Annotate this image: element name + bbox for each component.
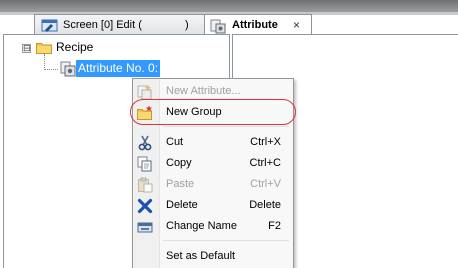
window-top-bar: [0, 0, 458, 12]
menu-separator: [163, 126, 289, 127]
collapse-glyph: ⊟: [23, 43, 31, 53]
menu-item-set-as-default[interactable]: Set as Default: [133, 246, 293, 268]
new-group-highlight-ring: [130, 99, 296, 125]
menu-item-cut[interactable]: Cut Ctrl+X: [133, 132, 293, 154]
attribute-tab-icon: [210, 18, 226, 34]
tree-connector-horizontal: [44, 69, 58, 70]
tab-close-icon[interactable]: ×: [293, 18, 300, 32]
tree-item-recipe[interactable]: Recipe: [56, 40, 93, 54]
menu-item-label: Delete: [166, 199, 198, 211]
tab-screen-edit-label: Screen [0] Edit (: [63, 19, 142, 31]
menu-item-shortcut: F2: [268, 220, 281, 232]
attribute-icon: [60, 61, 76, 77]
tree-connector-vertical: [44, 54, 45, 70]
folder-icon: [36, 41, 52, 54]
scissors-icon: [137, 135, 153, 151]
tab-attribute-label: Attribute: [232, 19, 278, 31]
menu-item-label: Copy: [166, 157, 192, 169]
tab-screen-edit-label-tail: ): [185, 19, 189, 31]
paste-icon: [137, 177, 153, 193]
menu-item-label: Cut: [166, 136, 184, 148]
menu-item-shortcut: Ctrl+C: [249, 157, 281, 169]
menu-item-label: Set as Default: [166, 250, 236, 262]
menu-separator: [163, 240, 289, 241]
document-tab-strip: Screen [0] Edit ( ) Attribute ×: [0, 0, 458, 35]
menu-item-label: Change Name: [166, 220, 237, 232]
menu-item-label: New Attribute...: [166, 85, 241, 97]
menu-item-copy[interactable]: Copy Ctrl+C: [133, 153, 293, 175]
menu-item-label: Paste: [166, 178, 195, 190]
screen-edit-icon: [41, 18, 58, 32]
menu-item-delete[interactable]: Delete Delete: [133, 195, 293, 217]
copy-icon: [137, 156, 153, 172]
new-attribute-icon: [137, 84, 153, 100]
menu-item-paste[interactable]: Paste Ctrl+V: [133, 174, 293, 196]
tab-attribute[interactable]: Attribute ×: [204, 14, 312, 35]
menu-item-shortcut: Ctrl+X: [250, 136, 281, 148]
delete-icon: [137, 198, 153, 214]
tab-screen-edit[interactable]: Screen [0] Edit ( ): [34, 14, 206, 35]
rename-icon: [137, 219, 153, 235]
collapse-icon[interactable]: ⊟: [22, 44, 31, 53]
menu-item-shortcut: Delete: [249, 199, 281, 211]
menu-item-change-name[interactable]: Change Name F2: [133, 216, 293, 238]
tree-item-attribute-selected[interactable]: Attribute No. 0:: [76, 60, 161, 77]
menu-item-shortcut: Ctrl+V: [250, 178, 281, 190]
